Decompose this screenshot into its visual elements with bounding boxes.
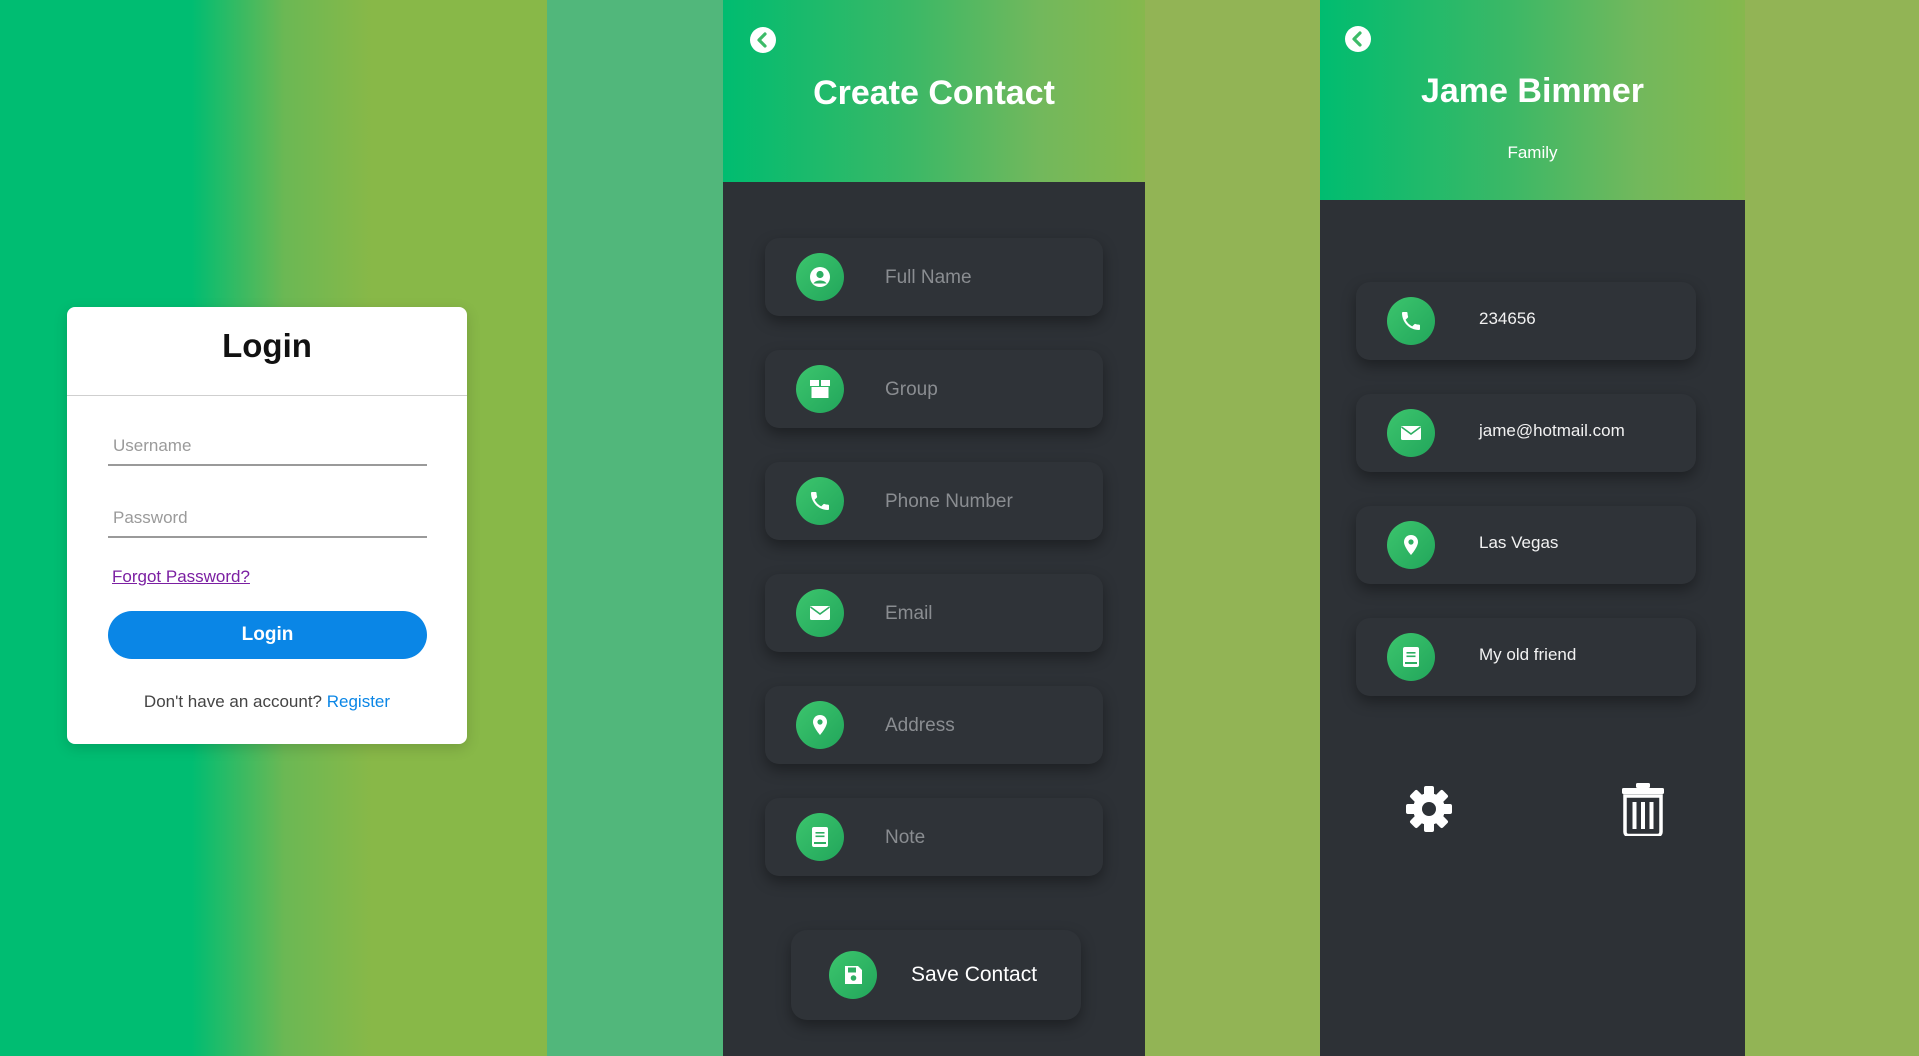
- book-icon: [1403, 647, 1419, 667]
- contact-detail-header: Jame Bimmer Family: [1320, 0, 1745, 200]
- book-icon: [812, 827, 828, 847]
- icon-badge: [796, 813, 844, 861]
- back-button[interactable]: [1345, 26, 1371, 52]
- phone-value: 234656: [1479, 309, 1536, 328]
- full-name-row: [765, 238, 1103, 316]
- icon-badge: [796, 365, 844, 413]
- register-link[interactable]: Register: [327, 692, 390, 711]
- phone-row: [765, 462, 1103, 540]
- page-title: Create Contact: [813, 74, 1055, 112]
- user-circle-icon: [810, 267, 830, 287]
- note-value: My old friend: [1479, 645, 1577, 664]
- email-row: jame@hotmail.com: [1356, 394, 1696, 472]
- save-contact-label: Save Contact: [911, 963, 1038, 986]
- login-card: Login Forgot Password? Login Don't have …: [67, 307, 467, 744]
- icon-badge: [796, 589, 844, 637]
- address-input[interactable]: [883, 706, 1087, 746]
- note-input[interactable]: [883, 818, 1087, 858]
- map-pin-icon: [813, 715, 827, 735]
- register-line: Don't have an account? Register: [67, 692, 467, 712]
- email-value: jame@hotmail.com: [1479, 421, 1625, 440]
- contact-detail-panel: Jame Bimmer Family 234656 jame@hotmail.c…: [1320, 0, 1745, 1056]
- address-row: [765, 686, 1103, 764]
- username-input[interactable]: [108, 428, 427, 464]
- save-contact-button[interactable]: Save Contact: [791, 930, 1081, 1020]
- password-input[interactable]: [108, 500, 427, 536]
- note-row: My old friend: [1356, 618, 1696, 696]
- background-strip: [547, 0, 723, 1056]
- chevron-left-icon: [1352, 31, 1362, 47]
- icon-badge: [829, 951, 877, 999]
- gear-icon: [1406, 786, 1452, 832]
- contact-name: Jame Bimmer: [1420, 72, 1644, 110]
- address-row: Las Vegas: [1356, 506, 1696, 584]
- box-icon: [810, 380, 830, 398]
- icon-badge: [796, 701, 844, 749]
- group-row: [765, 350, 1103, 428]
- username-field: [108, 428, 427, 466]
- create-contact-panel: Create Contact Full Name Group Phone Num…: [723, 0, 1145, 1056]
- phone-icon: [1402, 312, 1420, 330]
- icon-badge: [1387, 521, 1435, 569]
- divider: [67, 395, 467, 396]
- envelope-icon: [1401, 426, 1421, 440]
- icon-badge: [1387, 409, 1435, 457]
- phone-row: 234656: [1356, 282, 1696, 360]
- phone-icon: [811, 492, 829, 510]
- group-input[interactable]: [883, 370, 1087, 410]
- create-contact-header: Create Contact: [723, 0, 1145, 182]
- login-button[interactable]: Login: [108, 611, 427, 659]
- forgot-password-link[interactable]: Forgot Password?: [112, 567, 250, 587]
- icon-badge: [796, 253, 844, 301]
- password-field: [108, 500, 427, 538]
- background-strip: [1145, 0, 1320, 1056]
- phone-input[interactable]: [883, 482, 1087, 522]
- email-row: [765, 574, 1103, 652]
- contact-group: Family: [1507, 143, 1558, 162]
- map-pin-icon: [1404, 535, 1418, 555]
- login-title: Login: [222, 327, 312, 364]
- icon-badge: [1387, 297, 1435, 345]
- delete-button[interactable]: [1621, 782, 1665, 840]
- full-name-input[interactable]: [883, 258, 1087, 298]
- edit-button[interactable]: [1404, 784, 1454, 838]
- note-row: [765, 798, 1103, 876]
- icon-badge: [796, 477, 844, 525]
- email-input[interactable]: [883, 594, 1087, 634]
- back-button[interactable]: [750, 27, 776, 53]
- address-value: Las Vegas: [1479, 533, 1559, 552]
- background-strip: [1745, 0, 1919, 1056]
- envelope-icon: [810, 606, 830, 620]
- floppy-disk-icon: [845, 966, 862, 984]
- register-prompt: Don't have an account?: [143, 692, 323, 711]
- trash-icon: [1622, 783, 1664, 838]
- icon-badge: [1387, 633, 1435, 681]
- chevron-left-icon: [757, 32, 767, 48]
